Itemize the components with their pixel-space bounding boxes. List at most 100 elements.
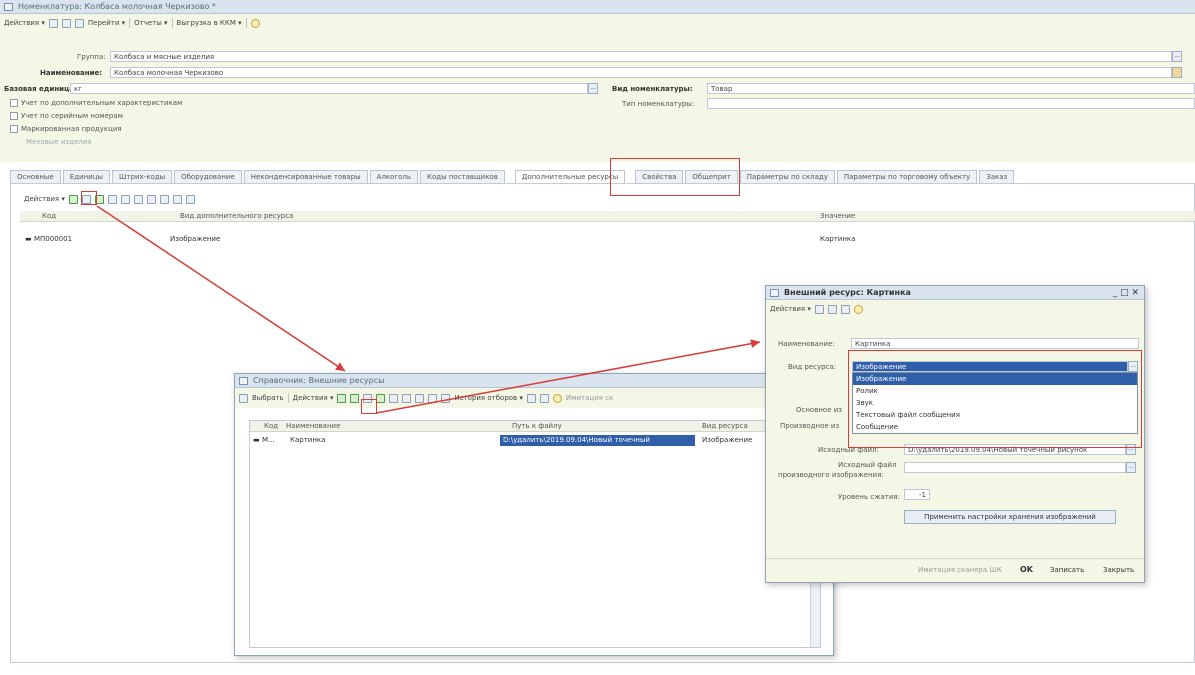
resource-toolbar: Действия ▾ (766, 300, 1144, 318)
row-kind: Изображение (170, 235, 221, 243)
tab-3[interactable]: Оборудование (174, 170, 242, 183)
refresh-icon[interactable] (185, 194, 195, 204)
col-value-header[interactable]: Значение (820, 211, 855, 222)
delete-icon[interactable] (107, 194, 117, 204)
add-group-icon[interactable] (350, 393, 360, 403)
name-lang-button[interactable] (1172, 67, 1182, 78)
derived-source-select-button[interactable]: ... (1126, 462, 1136, 473)
extra-chars-checkbox[interactable]: Учет по дополнительным характеристикам (10, 99, 182, 107)
resource-kind-label: Вид ресурса: (788, 363, 837, 371)
group-select-button[interactable]: ... (1172, 51, 1182, 62)
tab-12[interactable]: Заказ (979, 170, 1015, 183)
base-unit-field[interactable]: кг (70, 83, 588, 94)
table-row[interactable]: ▬ М... Картинка D:\удалить\2019.09.04\Но… (250, 435, 820, 446)
tab-1[interactable]: Единицы (62, 170, 110, 183)
goto-menu[interactable]: Перейти ▾ (88, 16, 125, 30)
col-kind-header[interactable]: Вид дополнительного ресурса (180, 211, 293, 222)
name-field[interactable]: Колбаса молочная Черкизово (110, 67, 1172, 78)
filter-menu-icon[interactable] (441, 393, 451, 403)
export-menu[interactable]: Выгрузка в ККМ ▾ (177, 16, 242, 30)
window-controls-icon[interactable]: _ □ ✕ (1113, 286, 1139, 300)
serials-checkbox[interactable]: Учет по серийным номерам (10, 112, 123, 120)
apply-settings-button[interactable]: Применить настройки хранения изображений (904, 510, 1116, 524)
move-down-icon[interactable] (133, 194, 143, 204)
derived-source-label-1: Исходный файл (838, 461, 897, 469)
catalog-window: Справочник: Внешние ресурсы Выбрать Дейс… (234, 373, 834, 656)
row-marker-icon: ▬ (253, 436, 260, 444)
save-button[interactable]: Записать (1050, 566, 1084, 574)
document-icon[interactable] (74, 18, 84, 28)
catalog-actions-menu[interactable]: Действия ▾ (293, 391, 334, 405)
hierarchy-icon[interactable] (402, 393, 412, 403)
delete-icon[interactable] (389, 393, 399, 403)
help-icon[interactable] (853, 304, 863, 314)
write-icon[interactable] (814, 304, 824, 314)
reports-menu[interactable]: Отчеты ▾ (134, 16, 167, 30)
derived-source-field[interactable] (904, 462, 1126, 473)
filter-menu-icon[interactable] (159, 194, 169, 204)
col-name-header[interactable]: Наименование (286, 421, 340, 432)
toolbar-separator (171, 18, 173, 28)
clear-filter-icon[interactable] (172, 194, 182, 204)
tab-11[interactable]: Параметры по торговому объекту (836, 170, 978, 183)
refresh-icon[interactable] (539, 393, 549, 403)
name-label: Наименование: (40, 69, 103, 77)
resource-footer: Имитация сканера ШК OK Записать Закрыть (766, 558, 1144, 582)
toolbar-separator (245, 18, 247, 28)
col-kind-header[interactable]: Вид ресурса (702, 421, 748, 432)
tab-5[interactable]: Алкоголь (369, 170, 419, 183)
annotation-add-button-box (81, 191, 97, 205)
nom-kind-field[interactable] (707, 98, 1195, 109)
list-icon[interactable] (61, 18, 71, 28)
col-path-header[interactable]: Путь к файлу (512, 421, 562, 432)
scanner-simulation-button[interactable]: Имитация сканера ШК (918, 566, 1002, 574)
tab-6[interactable]: Коды поставщиков (420, 170, 505, 183)
tab-2[interactable]: Штрих-коды (112, 170, 173, 183)
document-icon[interactable] (840, 304, 850, 314)
actions-menu[interactable]: Действия ▾ (4, 16, 45, 30)
close-button[interactable]: Закрыть (1103, 566, 1134, 574)
nom-type-field[interactable]: Товар (707, 83, 1195, 94)
group-field[interactable]: Колбаса и мясные изделия (110, 51, 1172, 62)
row-name: Картинка (290, 436, 326, 444)
resource-name-field[interactable]: Картинка (851, 338, 1139, 349)
list-icon[interactable] (827, 304, 837, 314)
row-path: D:\удалить\2019.09.04\Новый точечный (500, 435, 695, 446)
history-menu[interactable]: История отборов ▾ (454, 391, 522, 405)
add-icon[interactable] (337, 393, 347, 403)
tab-10[interactable]: Параметры по складу (739, 170, 835, 183)
table-row[interactable]: ▬ МП000001 Изображение Картинка (20, 234, 1195, 245)
main-image-label: Основное из (796, 406, 843, 414)
clear-filter-icon[interactable] (526, 393, 536, 403)
group-label: Группа: (77, 53, 106, 61)
write-icon[interactable] (48, 18, 58, 28)
checkbox-box[interactable] (10, 99, 18, 107)
tab-4[interactable]: Неконденсированные товары (243, 170, 368, 183)
resource-actions-menu[interactable]: Действия ▾ (770, 302, 811, 316)
row-kind: Изображение (702, 436, 753, 444)
marked-checkbox[interactable]: Маркированная продукция (10, 125, 122, 133)
filter-icon[interactable] (146, 194, 156, 204)
nom-type-label: Вид номенклатуры: (612, 85, 693, 93)
checkbox-box[interactable] (10, 112, 18, 120)
base-unit-select-button[interactable]: ... (588, 83, 598, 94)
resources-actions-menu[interactable]: Действия ▾ (24, 192, 65, 206)
tab-0[interactable]: Основные (10, 170, 61, 183)
move-up-icon[interactable] (120, 194, 130, 204)
compress-field[interactable]: -1 (904, 489, 930, 500)
ok-button[interactable]: OK (1020, 565, 1033, 574)
filter-icon[interactable] (428, 393, 438, 403)
checkbox-box[interactable] (10, 125, 18, 133)
sort-icon[interactable] (415, 393, 425, 403)
help-icon[interactable] (250, 18, 260, 28)
edit-icon[interactable] (376, 393, 386, 403)
derived-image-label: Производное из (780, 422, 840, 430)
col-code-header[interactable]: Код (264, 421, 278, 432)
help-icon[interactable] (552, 393, 562, 403)
select-icon[interactable] (239, 393, 248, 403)
add-icon[interactable] (68, 194, 78, 204)
col-code-header[interactable]: Код (42, 211, 56, 222)
select-button[interactable]: Выбрать (252, 391, 284, 405)
tab-additional-resources[interactable]: Дополнительные ресурсы (514, 170, 626, 183)
simulation-label[interactable]: Имитация ск (566, 391, 613, 405)
